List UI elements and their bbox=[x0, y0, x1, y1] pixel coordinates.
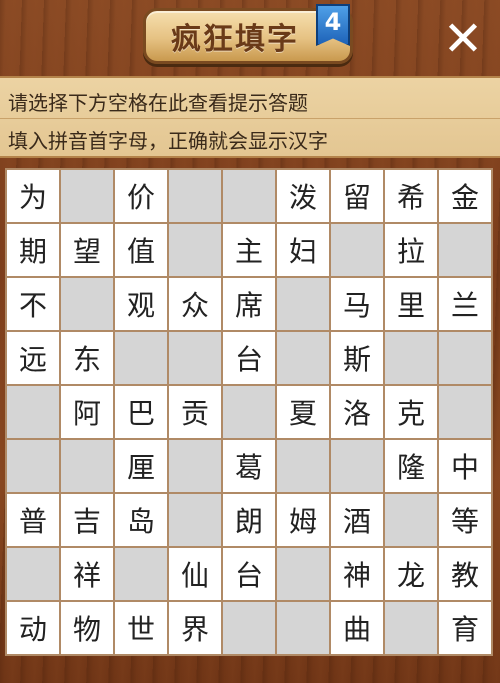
grid-cell[interactable]: 斯 bbox=[330, 331, 384, 385]
grid-cell-blocked bbox=[276, 439, 330, 493]
grid-cell-blocked bbox=[6, 385, 60, 439]
hint-divider bbox=[0, 118, 500, 119]
crossword-grid: 为价泼留希金期望值主妇拉不观众席马里兰远东台斯阿巴贡夏洛克厘葛隆中普吉岛朗姆酒等… bbox=[5, 168, 493, 656]
grid-cell-blocked bbox=[168, 169, 222, 223]
grid-cell[interactable]: 厘 bbox=[114, 439, 168, 493]
grid-cell-blocked bbox=[438, 331, 492, 385]
grid-cell[interactable]: 远 bbox=[6, 331, 60, 385]
grid-cell[interactable]: 洛 bbox=[330, 385, 384, 439]
grid-cell[interactable]: 为 bbox=[6, 169, 60, 223]
grid-cell-blocked bbox=[438, 223, 492, 277]
grid-cell[interactable]: 不 bbox=[6, 277, 60, 331]
grid-cell[interactable]: 留 bbox=[330, 169, 384, 223]
hint-text-pinyin: 填入拼音首字母，正确就会显示汉字 bbox=[8, 129, 328, 153]
grid-cell[interactable]: 岛 bbox=[114, 493, 168, 547]
grid-cell-blocked bbox=[330, 439, 384, 493]
grid-cell[interactable]: 妇 bbox=[276, 223, 330, 277]
grid-cell[interactable]: 界 bbox=[168, 601, 222, 655]
grid-cell[interactable]: 仙 bbox=[168, 547, 222, 601]
grid-cell[interactable]: 里 bbox=[384, 277, 438, 331]
hint-text-select: 请选择下方空格在此查看提示答题 bbox=[8, 91, 308, 115]
grid-cell[interactable]: 中 bbox=[438, 439, 492, 493]
grid-cell-blocked bbox=[384, 601, 438, 655]
grid-cell[interactable]: 葛 bbox=[222, 439, 276, 493]
grid-cell-blocked bbox=[222, 169, 276, 223]
hint-panel: 请选择下方空格在此查看提示答题 填入拼音首字母，正确就会显示汉字 bbox=[0, 76, 500, 158]
grid-cell[interactable]: 动 bbox=[6, 601, 60, 655]
grid-cell-blocked bbox=[60, 439, 114, 493]
grid-cell-blocked bbox=[114, 331, 168, 385]
grid-cell[interactable]: 祥 bbox=[60, 547, 114, 601]
grid-cell[interactable]: 阿 bbox=[60, 385, 114, 439]
grid-cell[interactable]: 隆 bbox=[384, 439, 438, 493]
grid-cell-blocked bbox=[168, 331, 222, 385]
grid-cell[interactable]: 吉 bbox=[60, 493, 114, 547]
grid-cell-blocked bbox=[6, 439, 60, 493]
grid-cell[interactable]: 巴 bbox=[114, 385, 168, 439]
grid-cell[interactable]: 夏 bbox=[276, 385, 330, 439]
grid-cell[interactable]: 龙 bbox=[384, 547, 438, 601]
grid-cell-blocked bbox=[60, 169, 114, 223]
grid-cell[interactable]: 马 bbox=[330, 277, 384, 331]
grid-cell-blocked bbox=[222, 601, 276, 655]
grid-cell-blocked bbox=[276, 547, 330, 601]
header: 疯狂填字 4 ✕ bbox=[0, 0, 500, 76]
grid-cell[interactable]: 育 bbox=[438, 601, 492, 655]
grid-cell[interactable]: 神 bbox=[330, 547, 384, 601]
grid-cell[interactable]: 拉 bbox=[384, 223, 438, 277]
game-title: 疯狂填字 bbox=[171, 22, 299, 57]
grid-cell[interactable]: 众 bbox=[168, 277, 222, 331]
grid-cell-blocked bbox=[168, 439, 222, 493]
grid-cell-blocked bbox=[276, 601, 330, 655]
grid-cell-blocked bbox=[384, 493, 438, 547]
grid-cell[interactable]: 姆 bbox=[276, 493, 330, 547]
grid-cell[interactable]: 等 bbox=[438, 493, 492, 547]
grid-cell[interactable]: 价 bbox=[114, 169, 168, 223]
grid-cell[interactable]: 普 bbox=[6, 493, 60, 547]
grid-cell[interactable]: 世 bbox=[114, 601, 168, 655]
grid-cell-blocked bbox=[276, 277, 330, 331]
grid-cell-blocked bbox=[114, 547, 168, 601]
grid-cell[interactable]: 酒 bbox=[330, 493, 384, 547]
grid-cell[interactable]: 希 bbox=[384, 169, 438, 223]
grid-cell[interactable]: 克 bbox=[384, 385, 438, 439]
grid-cell-blocked bbox=[384, 331, 438, 385]
grid-cell[interactable]: 曲 bbox=[330, 601, 384, 655]
grid-cell[interactable]: 金 bbox=[438, 169, 492, 223]
grid-cell-blocked bbox=[222, 385, 276, 439]
grid-cell-blocked bbox=[168, 493, 222, 547]
grid-cell[interactable]: 期 bbox=[6, 223, 60, 277]
grid-cell[interactable]: 朗 bbox=[222, 493, 276, 547]
grid-cell[interactable]: 台 bbox=[222, 547, 276, 601]
grid-cell[interactable]: 观 bbox=[114, 277, 168, 331]
grid-cell[interactable]: 贡 bbox=[168, 385, 222, 439]
grid-cell[interactable]: 泼 bbox=[276, 169, 330, 223]
close-icon: ✕ bbox=[442, 11, 484, 67]
grid-cell[interactable]: 望 bbox=[60, 223, 114, 277]
grid-cell[interactable]: 东 bbox=[60, 331, 114, 385]
grid-cell-blocked bbox=[60, 277, 114, 331]
close-button[interactable]: ✕ bbox=[438, 14, 488, 64]
grid-cell-blocked bbox=[330, 223, 384, 277]
grid-cell[interactable]: 教 bbox=[438, 547, 492, 601]
grid-cell[interactable]: 物 bbox=[60, 601, 114, 655]
grid-cell[interactable]: 兰 bbox=[438, 277, 492, 331]
grid-cell-blocked bbox=[438, 385, 492, 439]
grid-cell-blocked bbox=[276, 331, 330, 385]
grid-cell[interactable]: 席 bbox=[222, 277, 276, 331]
grid-cell[interactable]: 值 bbox=[114, 223, 168, 277]
grid-cell-blocked bbox=[6, 547, 60, 601]
grid-cell[interactable]: 主 bbox=[222, 223, 276, 277]
grid-cell[interactable]: 台 bbox=[222, 331, 276, 385]
grid-cell-blocked bbox=[168, 223, 222, 277]
